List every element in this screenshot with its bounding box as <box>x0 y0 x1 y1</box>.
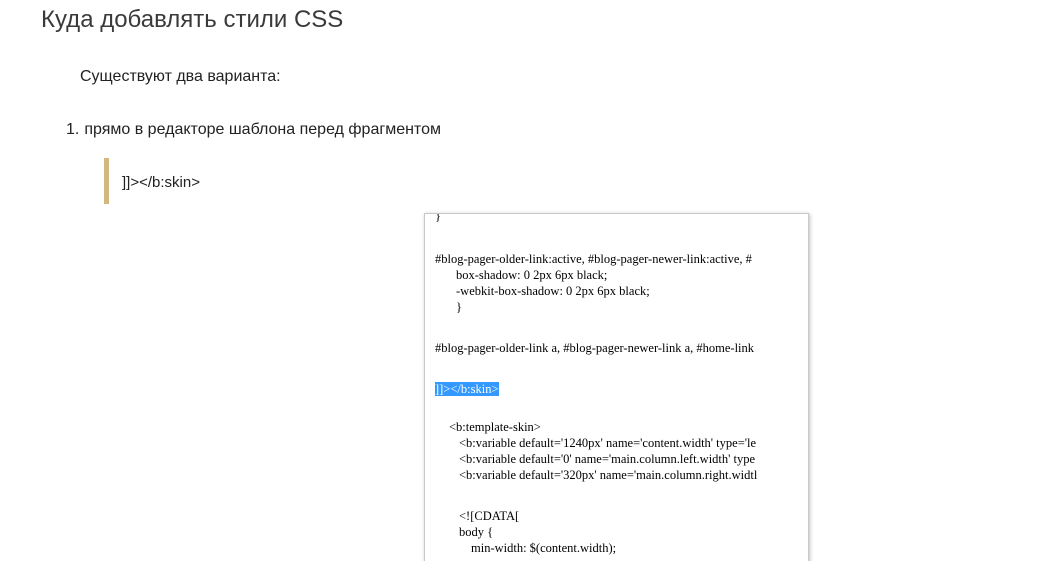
code-line: } <box>435 213 441 223</box>
template-editor-screenshot: } #blog-pager-older-link:active, #blog-p… <box>424 213 809 561</box>
code-line: #blog-pager-older-link:active, #blog-pag… <box>435 252 752 266</box>
selection-highlight: ]]></b:skin> <box>435 382 499 396</box>
intro-text: Существуют два варианта: <box>80 68 281 85</box>
selected-code-line: ]]></b:skin> <box>435 381 499 397</box>
code-line: #blog-pager-older-link a, #blog-pager-ne… <box>435 341 755 355</box>
code-line: box-shadow: 0 2px 6px black; <box>456 268 608 282</box>
list-item: 1. прямо в редакторе шаблона перед фрагме… <box>66 119 441 141</box>
list-item-text: прямо в редакторе шаблона перед фрагмент… <box>84 121 441 138</box>
code-line: body { <box>459 525 494 539</box>
code-line: <b:variable default='1240px' name='conte… <box>459 436 757 450</box>
blockquote-text: ]]></b:skin> <box>122 174 200 191</box>
code-line: -webkit-box-shadow: 0 2px 6px black; <box>456 284 650 298</box>
list-item-number: 1. <box>66 121 80 138</box>
page-title: Куда добавлять стили CSS <box>41 6 344 33</box>
code-line: min-width: $(content.width); <box>471 541 617 555</box>
code-line: <b:template-skin> <box>449 420 541 434</box>
code-line: <b:variable default='320px' name='main.c… <box>459 468 758 482</box>
code-line: } <box>456 300 462 314</box>
code-blockquote: ]]></b:skin> <box>104 158 200 204</box>
code-line: <![CDATA[ <box>459 509 520 523</box>
code-line: <b:variable default='0' name='main.colum… <box>459 452 756 466</box>
